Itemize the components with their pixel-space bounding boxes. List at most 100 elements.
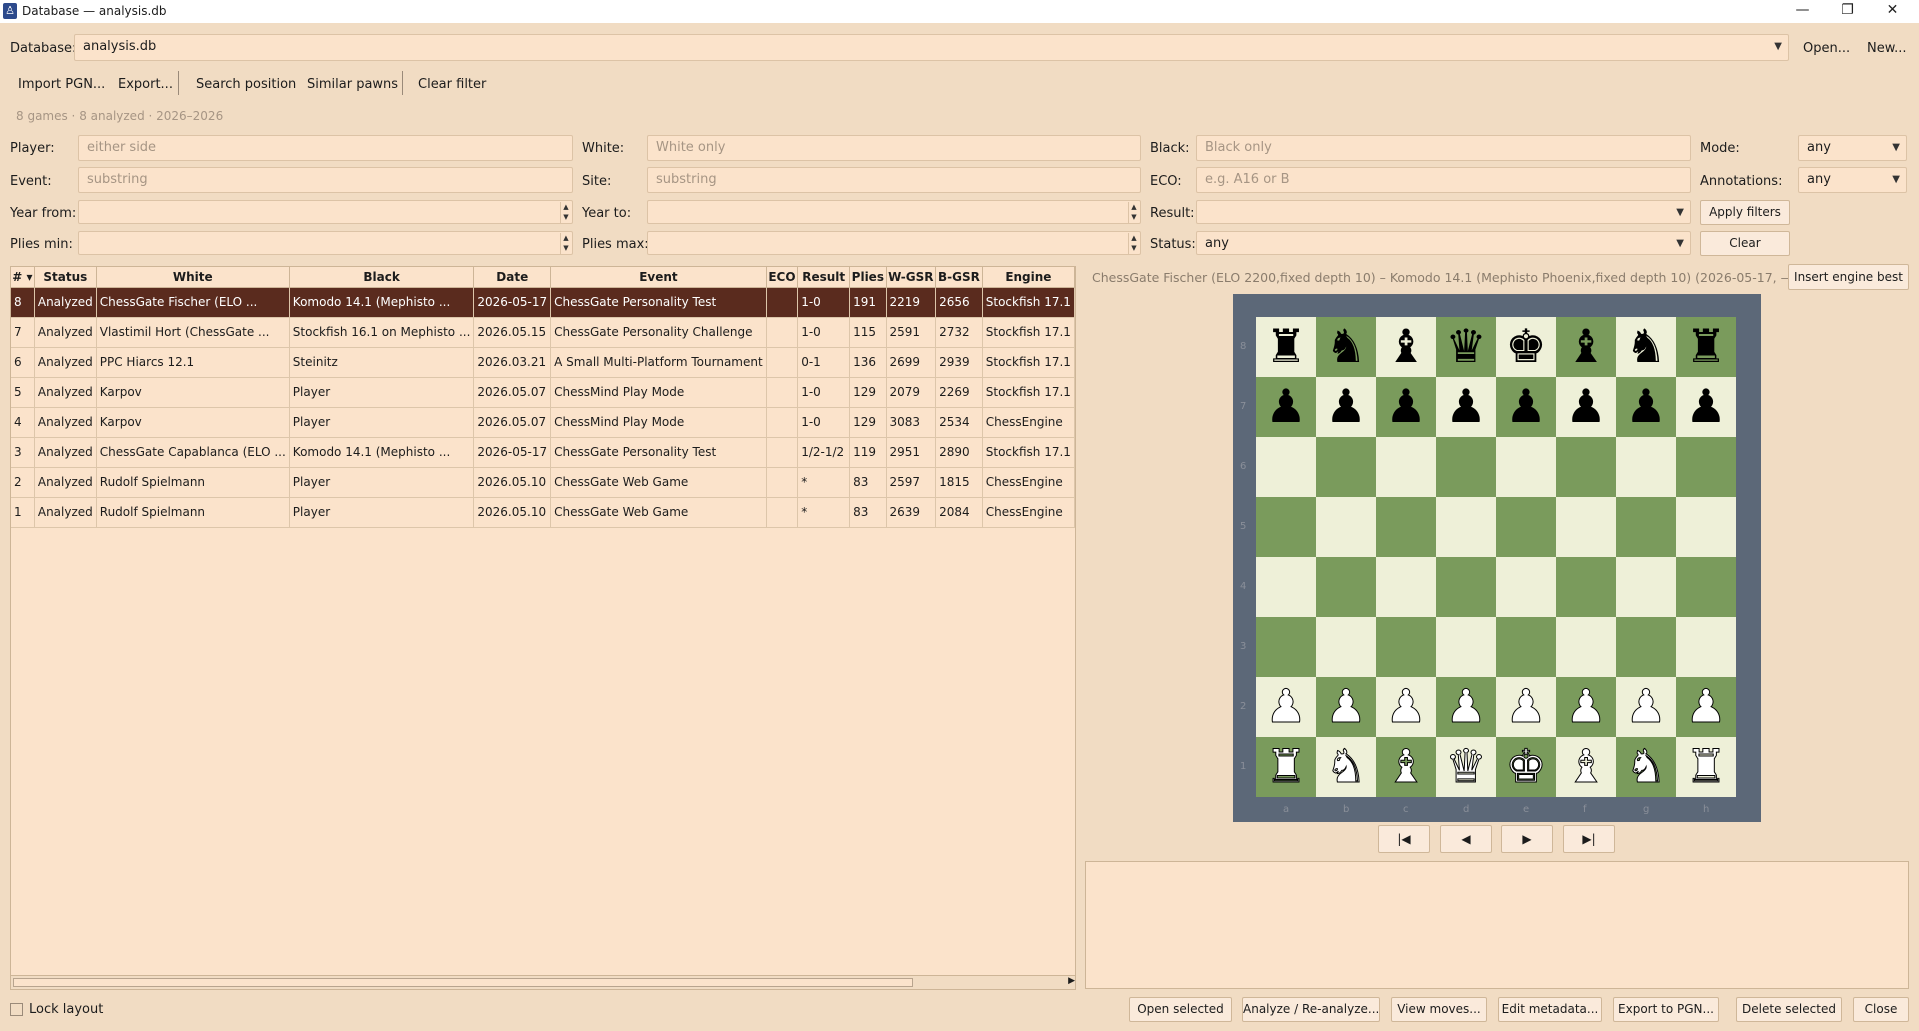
board-square[interactable]: ♛ [1436,317,1496,377]
scrollbar-thumb[interactable] [13,978,913,987]
board-square[interactable] [1676,497,1736,557]
board-square[interactable] [1676,617,1736,677]
board-square[interactable]: ♝ [1376,317,1436,377]
eco-input[interactable]: e.g. A16 or B [1196,167,1691,193]
last-move-button[interactable]: ▶| [1563,825,1615,853]
first-move-button[interactable]: |◀ [1378,825,1430,853]
column-header[interactable]: Date [473,267,552,288]
board-square[interactable]: ♚ [1496,317,1556,377]
board-square[interactable]: ♚ [1496,737,1556,797]
black-queen-icon[interactable]: ♛ [1445,319,1486,373]
year-from-spinbox[interactable]: ▲ ▼ [78,200,573,224]
board-square[interactable] [1256,497,1316,557]
black-pawn-icon[interactable]: ♟ [1265,379,1306,433]
white-king-icon[interactable]: ♚ [1505,739,1547,794]
board-square[interactable] [1676,437,1736,497]
white-knight-icon[interactable]: ♞ [1325,739,1367,794]
mode-select[interactable]: any ▼ [1798,135,1907,161]
horizontal-scrollbar[interactable]: ▶ [11,975,1075,989]
board-square[interactable]: ♟ [1676,377,1736,437]
black-rook-icon[interactable]: ♜ [1685,319,1726,373]
plies-max-spinbox[interactable]: ▲ ▼ [647,231,1141,255]
table-row[interactable]: 1 Analyzed Rudolf Spielmann Player 2026.05.1… [11,497,1075,528]
previous-move-button[interactable]: ◀ [1440,825,1492,853]
board-square[interactable] [1556,557,1616,617]
board-square[interactable]: ♟ [1676,677,1736,737]
board-square[interactable]: ♜ [1256,317,1316,377]
column-header[interactable]: Plies [849,267,887,288]
plies-min-spinbox[interactable]: ▲ ▼ [78,231,573,255]
white-queen-icon[interactable]: ♛ [1445,739,1487,794]
close-window-icon[interactable]: ✕ [1870,0,1915,23]
black-king-icon[interactable]: ♚ [1505,319,1546,373]
board-square[interactable]: ♟ [1496,377,1556,437]
status-select[interactable]: any ▼ [1196,231,1691,255]
notes-panel[interactable] [1085,861,1909,989]
close-button[interactable]: Close [1853,997,1909,1022]
board-square[interactable] [1556,437,1616,497]
board-square[interactable] [1316,437,1376,497]
white-pawn-icon[interactable]: ♟ [1685,679,1727,734]
board-square[interactable] [1436,497,1496,557]
analyze-button[interactable]: Analyze / Re-analyze... [1242,997,1380,1022]
board-square[interactable] [1316,557,1376,617]
board-square[interactable] [1436,617,1496,677]
site-input[interactable]: substring [647,167,1141,193]
board-square[interactable] [1676,557,1736,617]
spin-arrows-icon[interactable]: ▲ ▼ [1128,233,1139,254]
board-square[interactable] [1496,557,1556,617]
black-rook-icon[interactable]: ♜ [1265,319,1306,373]
insert-engine-best-button[interactable]: Insert engine best [1788,264,1909,290]
board-square[interactable] [1256,617,1316,677]
white-rook-icon[interactable]: ♜ [1685,739,1727,794]
white-input[interactable]: White only [647,135,1141,161]
spin-arrows-icon[interactable]: ▲ ▼ [560,233,571,254]
event-input[interactable]: substring [78,167,573,193]
clear-button[interactable]: Clear [1700,231,1790,256]
board-square[interactable]: ♟ [1256,677,1316,737]
table-row[interactable]: 2 Analyzed Rudolf Spielmann Player 2026.05.1… [11,467,1075,498]
chess-board[interactable]: ♜ ♞ ♝ ♛ ♚ ♝ ♞ ♜ ♟ ♟ ♟ ♟ ♟ ♟ ♟ ♟ ♟ ♟ ♟ ♟ ♟ ♟ ♟ ♟ ♜ ♞ ♝ ♛ ♚ ♝ ♞ ♜ 8765432… [1233,294,1761,822]
column-header[interactable]: # ▾ [11,267,35,288]
import-pgn-button[interactable]: Import PGN... [18,77,105,92]
delete-selected-button[interactable]: Delete selected [1736,997,1842,1022]
white-rook-icon[interactable]: ♜ [1265,739,1307,794]
board-square[interactable] [1496,617,1556,677]
white-pawn-icon[interactable]: ♟ [1265,679,1307,734]
black-pawn-icon[interactable]: ♟ [1325,379,1366,433]
board-square[interactable]: ♞ [1316,317,1376,377]
white-bishop-icon[interactable]: ♝ [1385,739,1427,794]
board-square[interactable]: ♛ [1436,737,1496,797]
white-pawn-icon[interactable]: ♟ [1385,679,1427,734]
table-row[interactable]: 4 Analyzed Karpov Player 2026.05.07 ChessMind… [11,407,1075,438]
open-button[interactable]: Open... [1803,41,1850,56]
board-square[interactable]: ♟ [1616,677,1676,737]
black-pawn-icon[interactable]: ♟ [1565,379,1606,433]
database-select[interactable]: analysis.db ▼ [74,34,1789,61]
board-square[interactable]: ♟ [1376,677,1436,737]
spin-arrows-icon[interactable]: ▲ ▼ [1128,202,1139,223]
board-square[interactable]: ♟ [1436,377,1496,437]
open-selected-button[interactable]: Open selected [1129,997,1232,1022]
board-square[interactable]: ♟ [1556,677,1616,737]
board-square[interactable] [1436,557,1496,617]
black-knight-icon[interactable]: ♞ [1325,319,1366,373]
board-square[interactable]: ♜ [1676,737,1736,797]
black-pawn-icon[interactable]: ♟ [1385,379,1426,433]
games-table[interactable]: # ▾ Status White Black Date Event ECO Re… [10,266,1076,990]
export-to-pgn-button[interactable]: Export to PGN... [1613,997,1719,1022]
board-square[interactable] [1616,497,1676,557]
clear-filter-button[interactable]: Clear filter [418,77,486,92]
white-knight-icon[interactable]: ♞ [1625,739,1667,794]
column-header[interactable]: W-GSR [886,267,937,288]
board-square[interactable] [1316,497,1376,557]
column-header[interactable]: ECO [766,267,799,288]
board-square[interactable] [1316,617,1376,677]
year-to-spinbox[interactable]: ▲ ▼ [647,200,1141,224]
black-input[interactable]: Black only [1196,135,1691,161]
black-pawn-icon[interactable]: ♟ [1685,379,1726,433]
restore-icon[interactable]: ❐ [1825,0,1870,23]
board-squares[interactable]: ♜ ♞ ♝ ♛ ♚ ♝ ♞ ♜ ♟ ♟ ♟ ♟ ♟ ♟ ♟ ♟ ♟ ♟ ♟ ♟ ♟ ♟ ♟ ♟ ♜ ♞ ♝ ♛ ♚ ♝ ♞ ♜ [1256,317,1736,797]
board-square[interactable] [1376,557,1436,617]
board-square[interactable] [1436,437,1496,497]
